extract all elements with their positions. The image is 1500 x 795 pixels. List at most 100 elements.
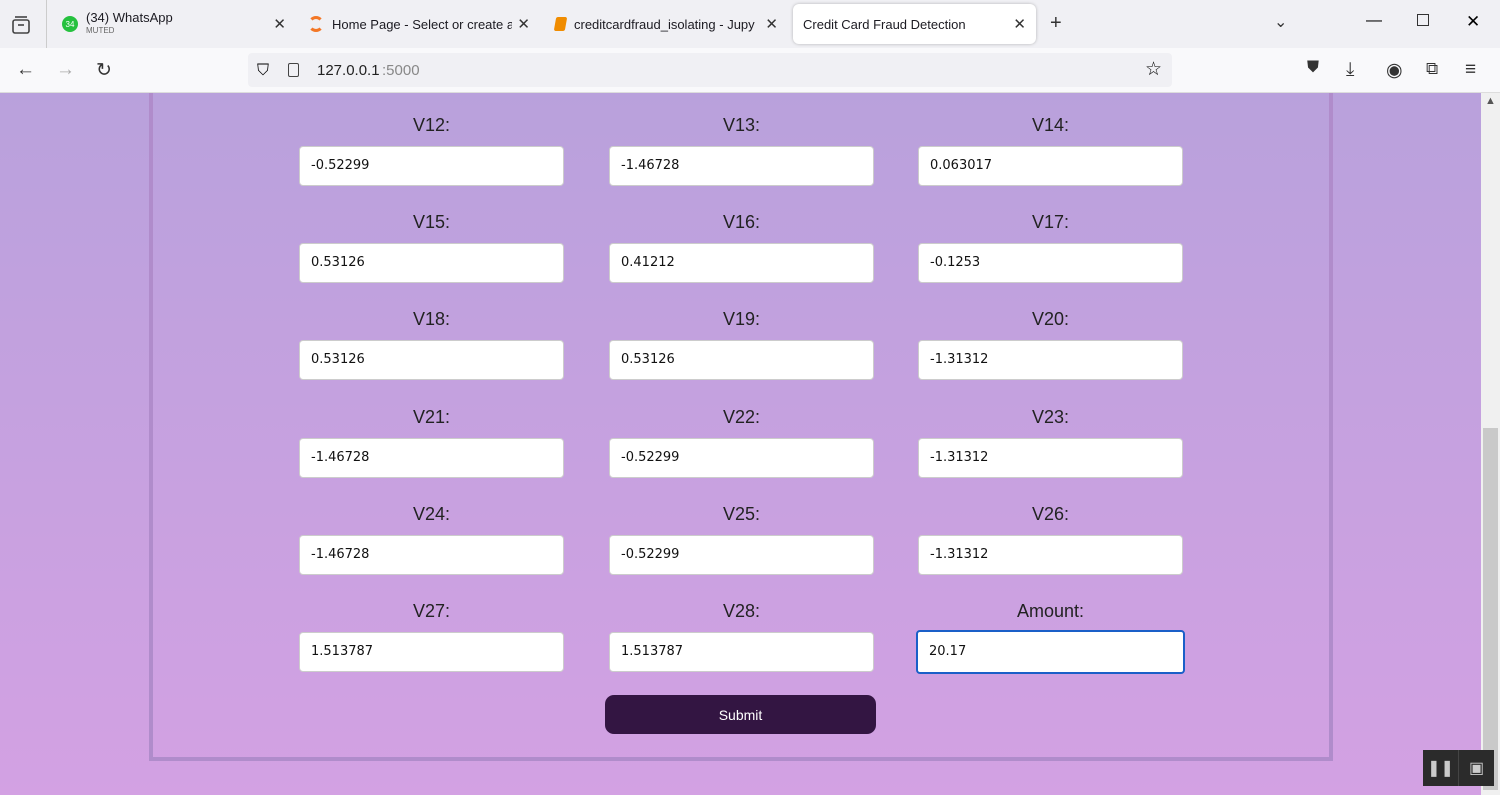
close-tab-icon[interactable]: ✕	[765, 15, 778, 33]
restore-icon[interactable]	[1417, 14, 1429, 26]
tab-whatsapp[interactable]: 34 (34) WhatsApp MUTED ✕	[52, 4, 296, 44]
v24-input[interactable]: -1.46728	[299, 535, 564, 575]
field-v28: V28: 1.513787	[609, 601, 874, 672]
tab-home-page[interactable]: Home Page - Select or create a ✕	[298, 4, 540, 44]
v13-label: V13:	[722, 115, 761, 135]
v21-label: V21:	[412, 407, 451, 427]
v14-label: V14:	[1031, 115, 1070, 135]
pocket-icon[interactable]: ⛊	[1307, 59, 1319, 77]
v23-input[interactable]: -1.31312	[918, 438, 1183, 478]
extensions-icon[interactable]: ⧉	[1426, 59, 1438, 79]
field-v27: V27: 1.513787	[299, 601, 564, 672]
page-icon	[288, 63, 299, 77]
field-v24: V24: -1.46728	[299, 504, 564, 575]
v21-input[interactable]: -1.46728	[299, 438, 564, 478]
field-v18: V18: 0.53126	[299, 309, 564, 380]
pause-icon[interactable]: ❚❚	[1423, 750, 1458, 786]
v16-input[interactable]: 0.41212	[609, 243, 874, 283]
tab-title: Credit Card Fraud Detection	[803, 16, 966, 32]
notebook-icon	[553, 17, 568, 31]
v25-input[interactable]: -0.52299	[609, 535, 874, 575]
field-v26: V26: -1.31312	[918, 504, 1183, 575]
close-tab-icon[interactable]: ✕	[273, 15, 286, 33]
v15-input[interactable]: 0.53126	[299, 243, 564, 283]
bookmark-star-icon[interactable]: ☆	[1145, 58, 1162, 81]
v13-input[interactable]: -1.46728	[609, 146, 874, 186]
address-bar[interactable]: ⛉ 127.0.0.1 :5000 ☆	[248, 53, 1172, 87]
v27-input[interactable]: 1.513787	[299, 632, 564, 672]
forward-icon[interactable]: →	[56, 59, 75, 81]
close-window-icon[interactable]: ✕	[1466, 12, 1480, 32]
v15-label: V15:	[412, 212, 451, 232]
page-content: V12: -0.52299 V13: -1.46728 V14: 0.063017 V…	[0, 93, 1481, 795]
nav-bar: ← → ↻ ⛉ 127.0.0.1 :5000 ☆ ⛊ ⤓ ◉ ⧉ ≡	[0, 48, 1500, 93]
submit-button[interactable]: Submit	[605, 695, 876, 734]
scrollbar-thumb[interactable]	[1483, 428, 1498, 790]
menu-icon[interactable]: ≡	[1465, 59, 1476, 81]
scrollbar[interactable]: ▲	[1481, 93, 1500, 795]
reload-icon[interactable]: ↻	[96, 59, 112, 82]
field-v17: V17: -0.1253	[918, 212, 1183, 283]
url-port: :5000	[382, 62, 420, 79]
v19-label: V19:	[722, 309, 761, 329]
field-v13: V13: -1.46728	[609, 115, 874, 186]
v28-input[interactable]: 1.513787	[609, 632, 874, 672]
media-controls: ❚❚ ▣	[1423, 750, 1494, 786]
field-v21: V21: -1.46728	[299, 407, 564, 478]
v17-label: V17:	[1031, 212, 1070, 232]
amount-input[interactable]: 20.17	[916, 630, 1185, 674]
v17-input[interactable]: -0.1253	[918, 243, 1183, 283]
field-v22: V22: -0.52299	[609, 407, 874, 478]
tab-bar: 34 (34) WhatsApp MUTED ✕ Home Page - Sele…	[0, 0, 1500, 48]
v26-input[interactable]: -1.31312	[918, 535, 1183, 575]
whatsapp-icon: 34	[62, 16, 78, 32]
tab-overflow-chevron-icon[interactable]: ⌄	[1274, 12, 1287, 32]
v22-input[interactable]: -0.52299	[609, 438, 874, 478]
field-v12: V12: -0.52299	[299, 115, 564, 186]
tab-title: Home Page - Select or create a	[332, 16, 512, 32]
tab-list-icon[interactable]	[10, 14, 32, 36]
v25-label: V25:	[722, 504, 761, 524]
v22-label: V22:	[722, 407, 761, 427]
picture-in-picture-icon[interactable]: ▣	[1458, 750, 1494, 786]
tab-notebook[interactable]: creditcardfraud_isolating - Jupy ✕	[545, 4, 788, 44]
new-tab-button[interactable]: +	[1050, 12, 1062, 35]
url-host: 127.0.0.1	[317, 62, 380, 79]
v20-label: V20:	[1031, 309, 1070, 329]
v24-label: V24:	[412, 504, 451, 524]
v18-label: V18:	[412, 309, 451, 329]
download-icon[interactable]: ⤓	[1346, 59, 1354, 81]
field-amount: Amount: 20.17	[916, 601, 1185, 674]
v18-input[interactable]: 0.53126	[299, 340, 564, 380]
scroll-up-icon[interactable]: ▲	[1485, 95, 1496, 107]
back-icon[interactable]: ←	[16, 59, 35, 81]
v12-label: V12:	[412, 115, 451, 135]
field-v15: V15: 0.53126	[299, 212, 564, 283]
close-tab-icon[interactable]: ✕	[1013, 15, 1026, 33]
divider	[46, 0, 47, 48]
tab-title: creditcardfraud_isolating - Jupy	[574, 16, 755, 32]
tab-muted-label: MUTED	[86, 26, 115, 35]
field-v20: V20: -1.31312	[918, 309, 1183, 380]
field-v19: V19: 0.53126	[609, 309, 874, 380]
v27-label: V27:	[412, 601, 451, 621]
field-v23: V23: -1.31312	[918, 407, 1183, 478]
v12-input[interactable]: -0.52299	[299, 146, 564, 186]
tab-title: (34) WhatsApp	[86, 11, 173, 25]
v14-input[interactable]: 0.063017	[918, 146, 1183, 186]
jupyter-icon	[308, 16, 324, 32]
tab-credit-card-fraud[interactable]: Credit Card Fraud Detection ✕	[793, 4, 1036, 44]
field-v14: V14: 0.063017	[918, 115, 1183, 186]
v26-label: V26:	[1031, 504, 1070, 524]
account-icon[interactable]: ◉	[1386, 59, 1403, 82]
amount-label: Amount:	[1016, 601, 1085, 621]
v19-input[interactable]: 0.53126	[609, 340, 874, 380]
field-v25: V25: -0.52299	[609, 504, 874, 575]
shield-icon: ⛉	[257, 62, 270, 79]
v16-label: V16:	[722, 212, 761, 232]
field-v16: V16: 0.41212	[609, 212, 874, 283]
minimize-icon[interactable]: —	[1366, 12, 1382, 30]
v28-label: V28:	[722, 601, 761, 621]
close-tab-icon[interactable]: ✕	[517, 15, 530, 33]
v20-input[interactable]: -1.31312	[918, 340, 1183, 380]
